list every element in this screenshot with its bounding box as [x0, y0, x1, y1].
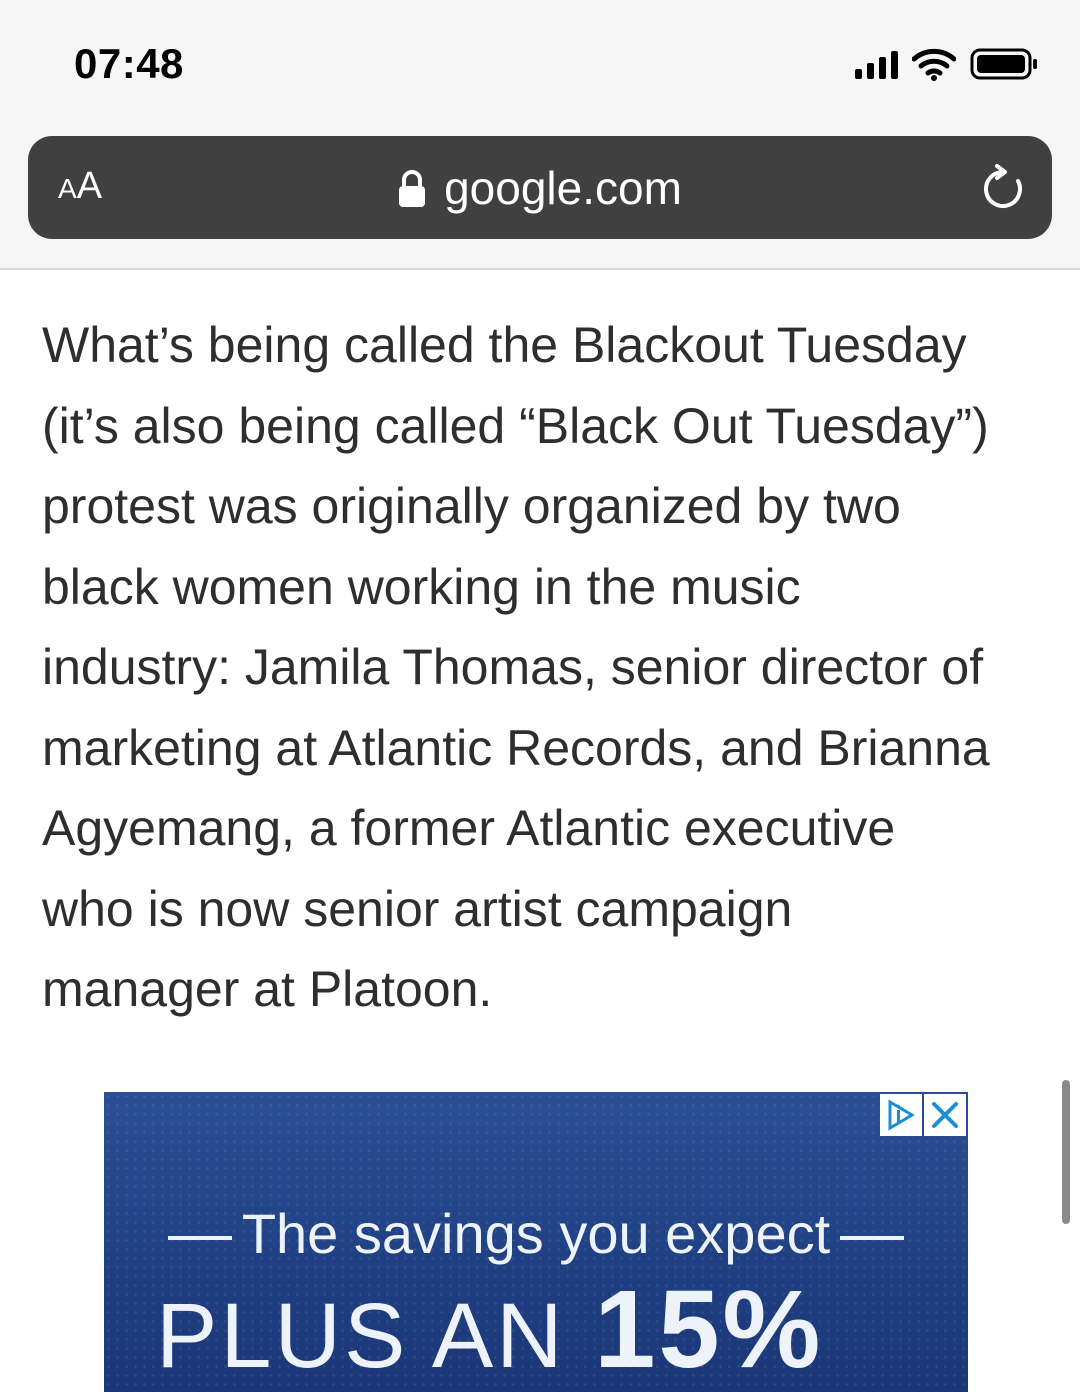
advertisement-banner[interactable]: The savings you expect PLUS AN 15%: [104, 1092, 968, 1392]
cellular-signal-icon: [855, 49, 898, 79]
battery-icon: [970, 48, 1037, 80]
address-bar[interactable]: AA google.com: [28, 136, 1052, 239]
article-paragraph: What’s being called the Blackout Tuesday…: [42, 305, 1052, 1030]
article-line: protest was originally organized by two: [42, 478, 901, 534]
article-line: manager at Platoon.: [42, 961, 493, 1017]
scrollbar-thumb[interactable]: [1062, 1080, 1070, 1224]
ad-headline: PLUS AN 15%: [156, 1268, 824, 1391]
article-line: marketing at Atlantic Records, and Brian…: [42, 719, 990, 776]
article-line: Agyemang, a former Atlantic executive: [42, 800, 896, 856]
dash-right: [840, 1236, 905, 1241]
url-text: google.com: [444, 162, 682, 214]
article-line: black women working in the music: [42, 558, 801, 615]
article-line: industry: Jamila Thomas, senior director…: [42, 639, 984, 695]
ad-tagline: The savings you expect: [104, 1202, 968, 1266]
status-time: 07:48: [74, 40, 184, 87]
browser-chrome: 07:48 AA google.com: [0, 0, 1080, 270]
article-line: What’s being called the Blackout Tuesday: [42, 317, 967, 373]
status-icons: [855, 44, 1040, 84]
adchoices-icon[interactable]: [880, 1094, 922, 1136]
ad-close-icon[interactable]: [924, 1094, 966, 1136]
article-line: who is now senior artist campaign: [42, 880, 793, 937]
wifi-icon: [912, 48, 956, 81]
url-display[interactable]: google.com: [28, 162, 1052, 214]
dash-left: [167, 1236, 232, 1241]
lock-icon: [399, 170, 426, 207]
ad-controls: [880, 1094, 966, 1136]
article-line: (it’s also being called “Black Out Tuesd…: [42, 397, 989, 454]
reload-icon[interactable]: [978, 164, 1028, 214]
